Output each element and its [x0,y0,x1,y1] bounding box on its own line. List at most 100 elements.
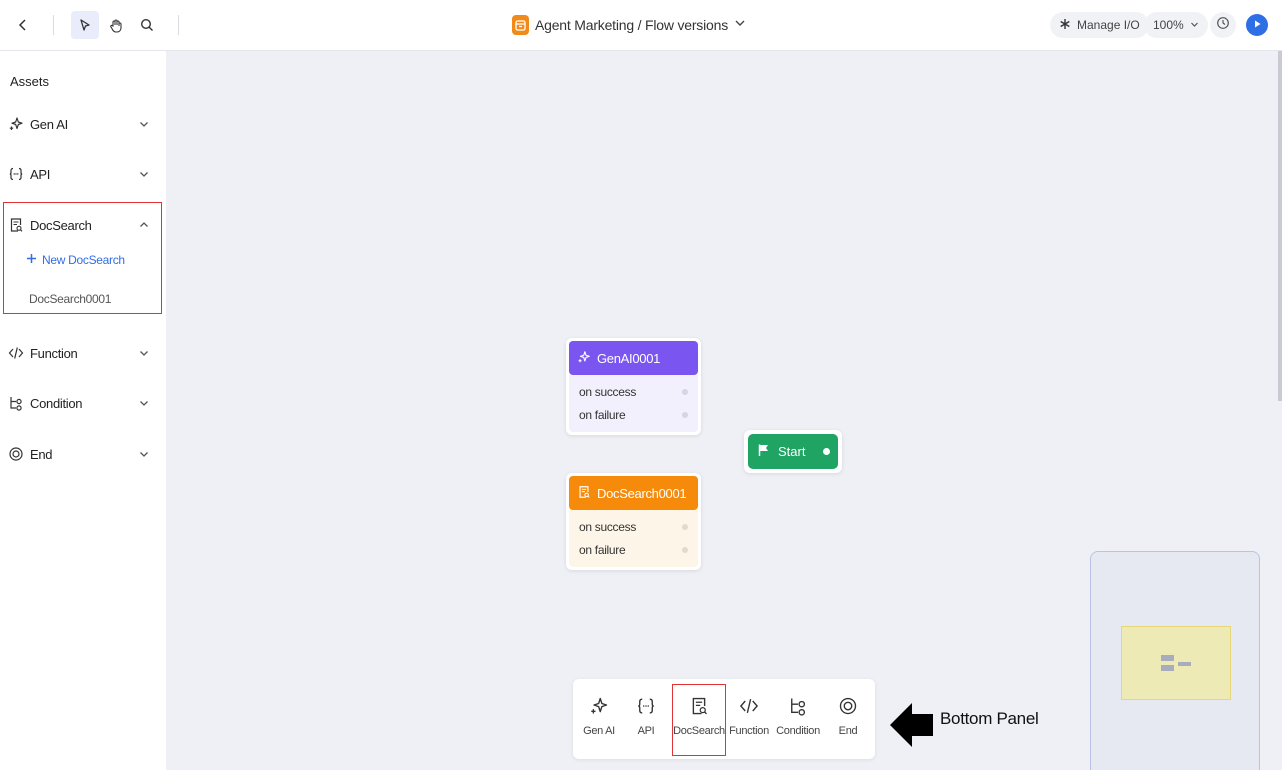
chevron-down-icon[interactable] [137,396,151,410]
sidebar-item-label: DocSearch [30,217,92,233]
history-icon [1216,16,1230,35]
node-output-failure: on failure [569,538,698,561]
output-label: on failure [579,542,626,557]
chevron-down-icon[interactable] [137,167,151,181]
doc-search-icon [688,695,710,717]
sidebar-item-condition[interactable]: Condition [0,388,166,418]
output-port[interactable] [682,523,688,530]
minimap-node [1178,662,1191,666]
sidebar-item-label: End [30,446,53,462]
bottom-item-label: Condition [776,725,820,737]
start-label: Start [778,444,806,459]
bottom-panel: Gen AI API DocSearch Function Condition … [573,679,875,759]
chevron-down-icon [1190,18,1199,32]
doc-search-icon [577,485,591,502]
minimap[interactable] [1090,551,1260,770]
toolbar-divider [178,15,179,35]
sidebar-item-label: Condition [30,395,83,411]
output-port[interactable] [682,388,688,395]
sidebar-item-label: API [30,166,51,182]
new-docsearch-label: New DocSearch [42,253,125,267]
manage-io-button[interactable]: Manage I/O [1050,12,1149,38]
bottom-item-label: End [838,725,858,737]
minimap-viewport[interactable] [1121,626,1231,700]
flow-title[interactable]: Agent Marketing / Flow versions [512,13,746,37]
node-title: GenAI0001 [597,350,661,366]
pointer-icon[interactable] [71,11,99,39]
node-output-success: on success [569,515,698,538]
sidebar-item-gen-ai[interactable]: Gen AI [0,109,166,139]
sidebar-item-end[interactable]: End [0,439,166,469]
end-icon [8,446,24,462]
sparkle-icon [588,695,610,717]
docsearch-node-body: on success on failure [569,510,698,567]
sidebar-item-api[interactable]: API [0,159,166,189]
plus-icon [26,253,37,267]
bottom-item-function[interactable]: Function [723,695,775,737]
zoom-value: 100% [1153,18,1184,32]
manage-io-label: Manage I/O [1077,18,1140,32]
end-icon [837,695,859,717]
hand-icon[interactable] [102,11,130,39]
docsearch-node-header[interactable]: DocSearch0001 [569,476,698,510]
asterisk-icon [1059,18,1071,33]
bottom-item-api[interactable]: API [620,695,672,737]
sparkle-icon [577,350,591,367]
start-node[interactable]: Start [744,430,842,473]
minimap-node [1161,655,1174,661]
run-button[interactable] [1246,14,1268,36]
zoom-select[interactable]: 100% [1144,12,1208,38]
sidebar-item-function[interactable]: Function [0,338,166,368]
chevron-down-icon[interactable] [137,346,151,360]
bottom-item-end[interactable]: End [822,695,874,737]
sidebar-item-docsearch[interactable]: DocSearch [0,210,166,240]
bottom-item-condition[interactable]: Condition [772,695,824,737]
arrow-left-icon [890,703,933,747]
chevron-up-icon[interactable] [137,218,151,232]
code-icon [8,345,24,361]
back-icon[interactable] [9,11,37,39]
output-port[interactable] [682,546,688,553]
genai-node[interactable]: GenAI0001 on success on failure [566,338,701,435]
start-node-inner[interactable]: Start [748,434,838,469]
chevron-down-icon[interactable] [137,447,151,461]
assets-sidebar: Assets Gen AI API DocSearch New DocSearc… [0,51,166,770]
output-label: on success [579,384,637,399]
branch-icon [8,395,24,411]
chevron-down-icon[interactable] [137,117,151,131]
bottom-item-docsearch[interactable]: DocSearch [672,695,726,737]
node-title: DocSearch0001 [597,485,687,501]
branch-icon [787,695,809,717]
genai-node-header[interactable]: GenAI0001 [569,341,698,375]
output-label: on success [579,519,637,534]
sparkle-icon [8,116,24,132]
genai-node-body: on success on failure [569,375,698,432]
play-icon [1252,16,1262,34]
sidebar-item-label: Function [30,345,78,361]
braces-icon [8,166,24,182]
bottom-item-label: Gen AI [583,725,615,737]
sidebar-item-label: Gen AI [30,116,68,132]
output-port[interactable] [823,448,830,455]
top-toolbar: Agent Marketing / Flow versions Manage I… [0,0,1282,51]
node-output-success: on success [569,380,698,403]
doc-search-icon [8,217,24,233]
chevron-down-icon[interactable] [734,16,746,34]
page-title: Agent Marketing / Flow versions [535,17,728,33]
bottom-item-gen-ai[interactable]: Gen AI [573,695,625,737]
assets-heading: Assets [10,74,50,89]
flag-icon [757,443,771,460]
braces-icon [635,695,657,717]
minimap-node [1161,665,1174,671]
docsearch-child-item[interactable]: DocSearch0001 [29,292,111,306]
toolbar-divider [53,15,54,35]
output-port[interactable] [682,411,688,418]
docsearch-node[interactable]: DocSearch0001 on success on failure [566,473,701,570]
scrollbar[interactable] [1278,51,1282,401]
history-button[interactable] [1210,12,1236,38]
flow-badge-icon [512,15,529,35]
output-label: on failure [579,407,626,422]
bottom-item-label: API [637,725,655,737]
new-docsearch-link[interactable]: New DocSearch [26,253,125,267]
search-icon[interactable] [133,11,161,39]
